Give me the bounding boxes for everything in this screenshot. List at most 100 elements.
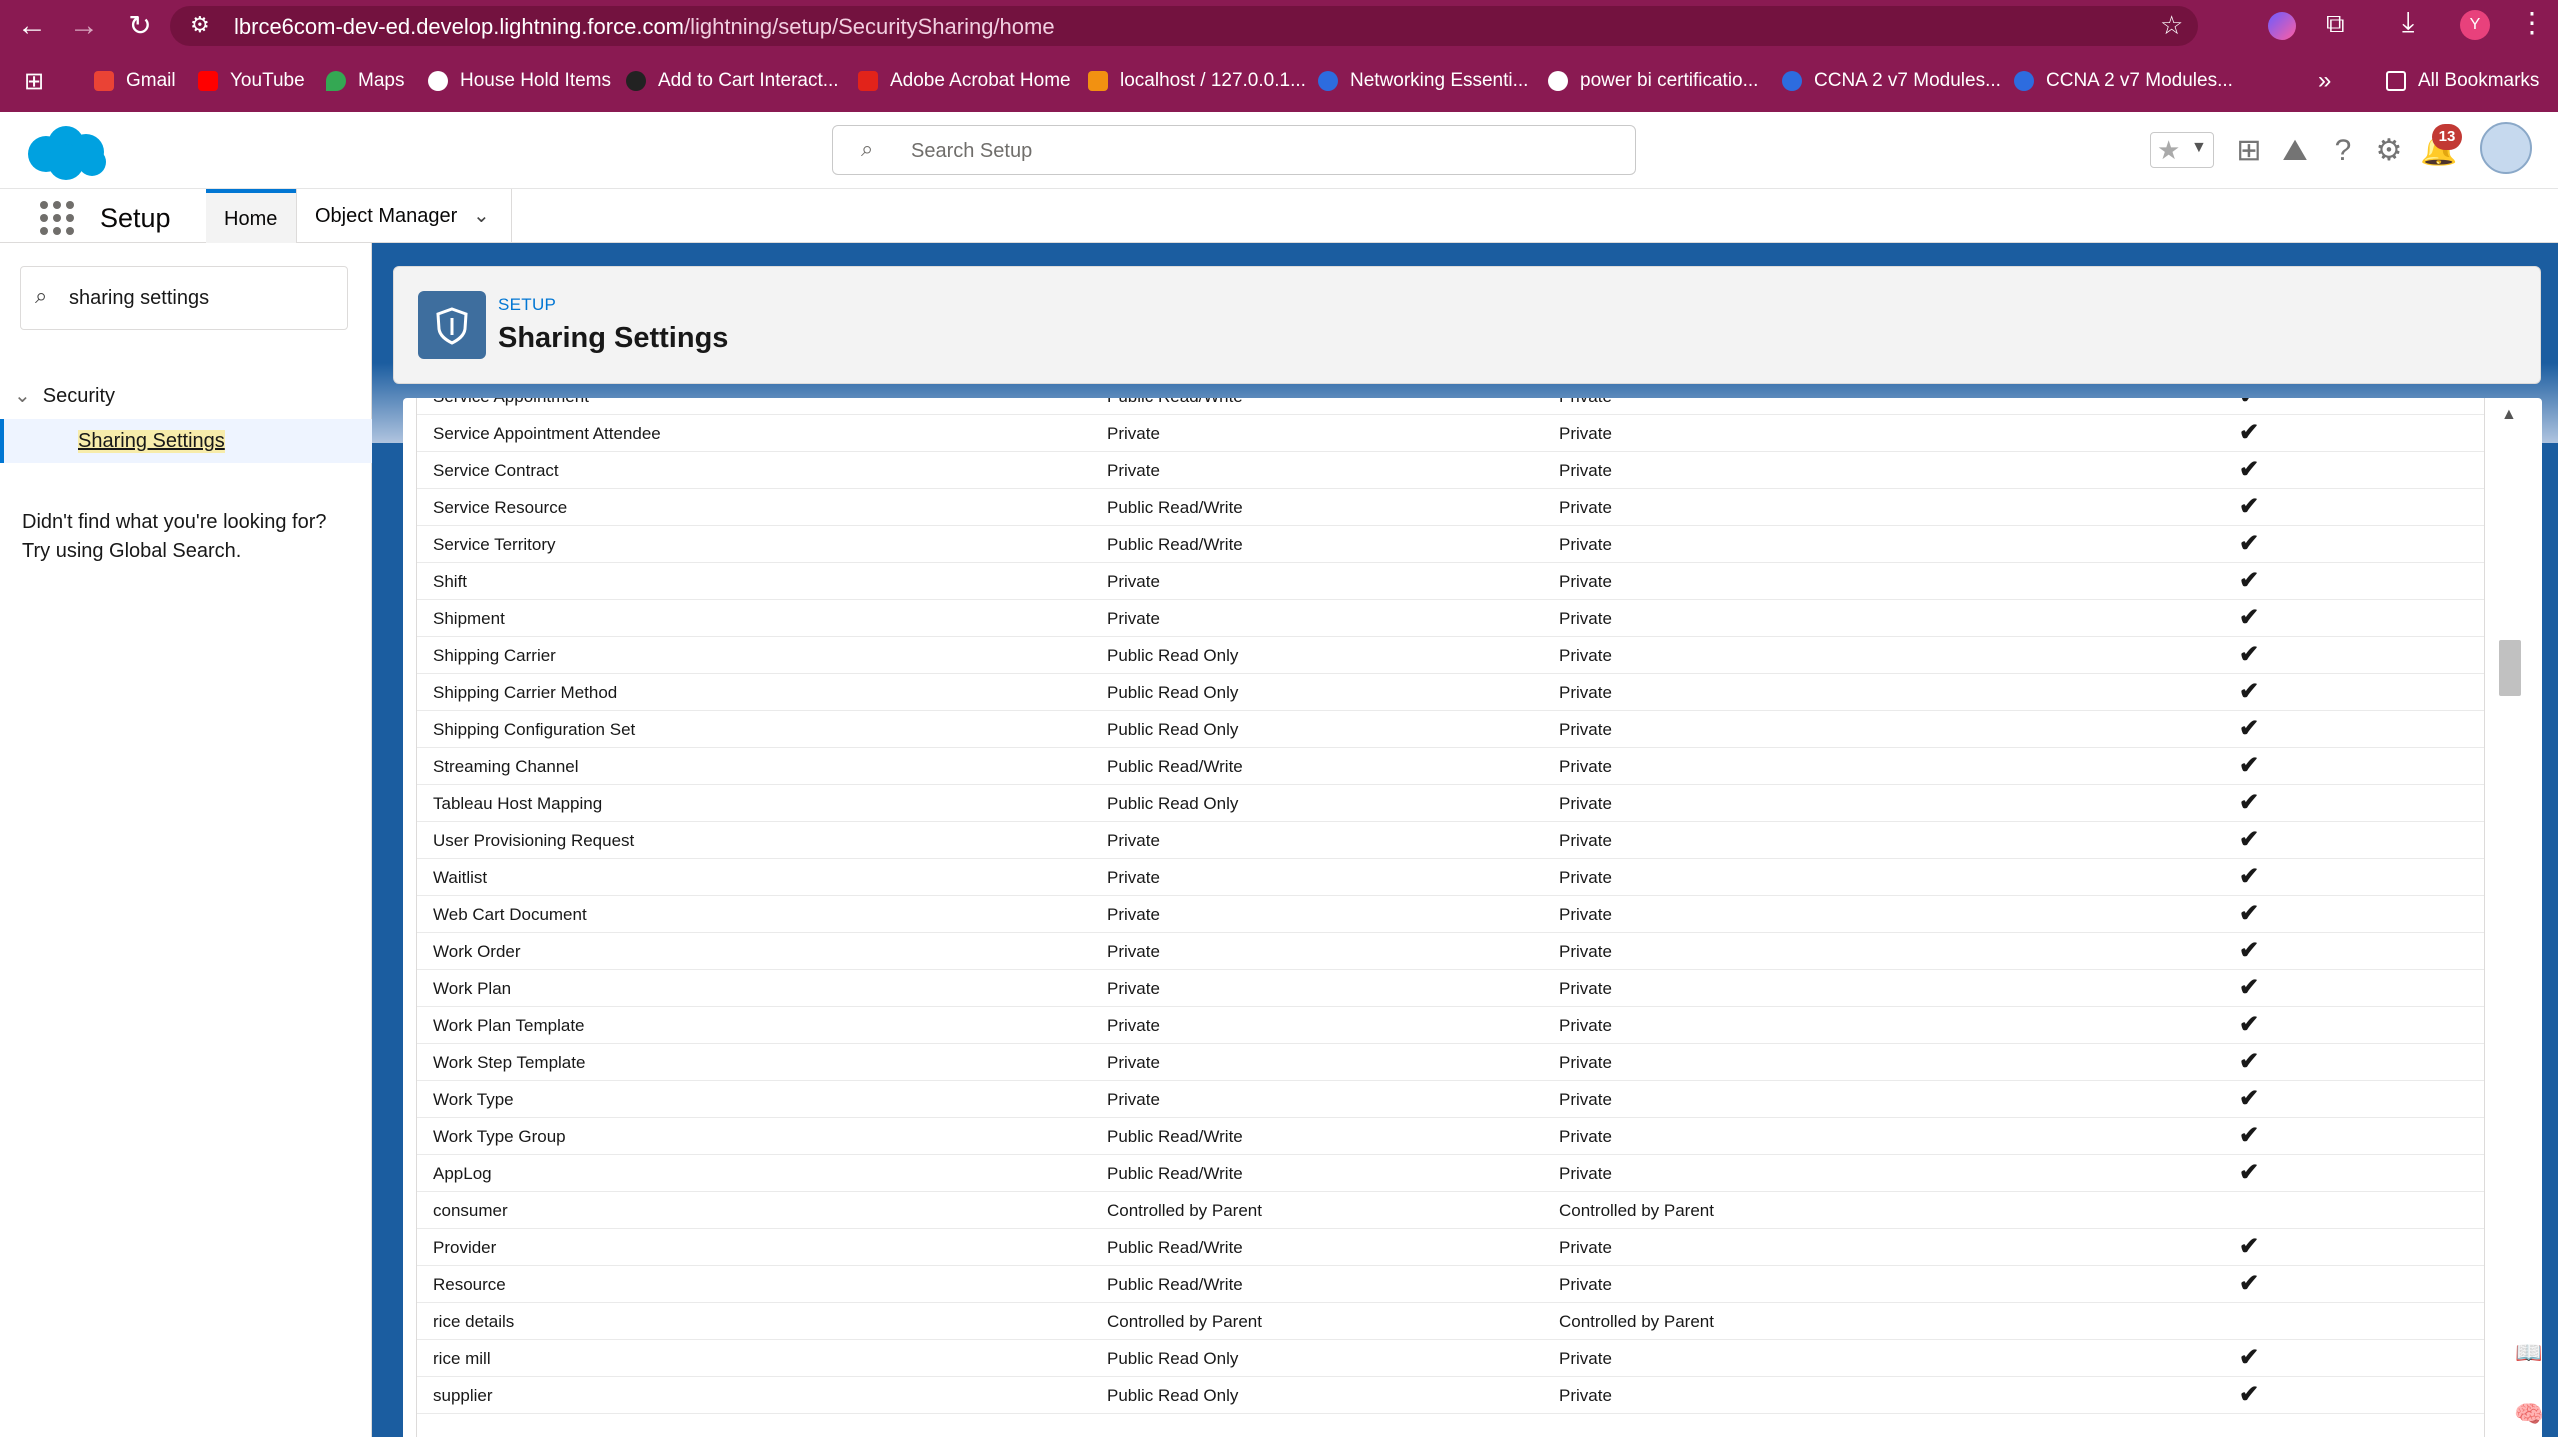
external-access-cell: Private <box>1559 1349 1612 1368</box>
bookmark-maps[interactable]: Maps <box>326 68 404 94</box>
bookmark-youtube[interactable]: YouTube <box>198 68 305 94</box>
object-name-cell: Work Order <box>433 942 521 961</box>
object-name-cell: Work Plan Template <box>433 1016 585 1035</box>
bookmark-ccna-2[interactable]: CCNA 2 v7 Modules... <box>2014 68 2233 94</box>
quick-find-input[interactable]: ⌕ sharing settings <box>20 266 348 330</box>
external-access-cell: Private <box>1559 424 1612 443</box>
global-search-hint: Didn't find what you're looking for? Try… <box>22 508 362 566</box>
object-name-cell: supplier <box>433 1386 493 1405</box>
grant-access-hierarchy-check: ✔ <box>2239 1085 2260 1112</box>
tab-home[interactable]: Home <box>206 189 296 243</box>
external-access-cell: Private <box>1559 979 1612 998</box>
object-name-cell: Shipping Carrier <box>433 646 556 665</box>
external-access-cell: Private <box>1559 868 1612 887</box>
profile-avatar[interactable]: Y <box>2460 10 2490 40</box>
tree-item-sharing-settings[interactable]: Sharing Settings <box>0 419 372 463</box>
bookmark-adobe[interactable]: Adobe Acrobat Home <box>858 68 1071 94</box>
shield-icon <box>418 291 486 359</box>
breadcrumb[interactable]: SETUP <box>498 295 556 315</box>
table-row: Work Plan Template Private Private ✔ <box>417 1007 2484 1044</box>
all-bookmarks[interactable]: All Bookmarks <box>2386 68 2539 94</box>
bookmark-gmail[interactable]: Gmail <box>94 68 176 94</box>
internal-access-cell: Public Read/Write <box>1107 757 1243 776</box>
table-row: Tableau Host Mapping Public Read Only Priv… <box>417 785 2484 822</box>
grant-access-hierarchy-check: ✔ <box>2239 1381 2260 1408</box>
bookmark-star-icon[interactable]: ☆ <box>2160 10 2183 41</box>
grant-access-hierarchy-check: ✔ <box>2239 715 2260 742</box>
bookmark-ccna-1[interactable]: CCNA 2 v7 Modules... <box>1782 68 2001 94</box>
object-name-cell: Shipping Carrier Method <box>433 683 618 702</box>
tab-object-manager[interactable]: Object Manager ⌄ <box>296 189 512 243</box>
table-row: Shipping Configuration Set Public Read On… <box>417 711 2484 748</box>
external-access-cell: Private <box>1559 1164 1612 1183</box>
internal-access-cell: Private <box>1107 1090 1160 1109</box>
scrollbar-thumb[interactable] <box>2499 640 2521 696</box>
bookmark-localhost[interactable]: localhost / 127.0.0.1... <box>1088 68 1306 94</box>
table-row: consumer Controlled by Parent Controlled b… <box>417 1192 2484 1229</box>
app-launcher-icon[interactable] <box>40 201 74 235</box>
chevron-down-icon[interactable]: ▼ <box>2191 139 2207 157</box>
grant-access-hierarchy-check: ✔ <box>2239 398 2259 410</box>
forward-icon[interactable]: → <box>66 8 102 44</box>
grant-access-hierarchy-check: ✔ <box>2239 641 2260 668</box>
grant-access-hierarchy-check: ✔ <box>2239 826 2260 853</box>
internal-access-cell: Public Read/Write <box>1107 1164 1243 1183</box>
address-bar[interactable]: ⚙ lbrce6com-dev-ed.develop.lightning.for… <box>170 6 2198 46</box>
external-access-cell: Private <box>1559 942 1612 961</box>
salesforce-logo[interactable] <box>22 122 110 182</box>
grant-access-hierarchy-check: ✔ <box>2239 789 2260 816</box>
table-row: Waitlist Private Private ✔ <box>417 859 2484 896</box>
gear-icon[interactable]: ⚙ <box>2372 134 2406 168</box>
table-row: Service Appointment Attendee Private Priva… <box>417 415 2484 452</box>
table-row: Service Resource Public Read/Write Private… <box>417 489 2484 526</box>
scrollbar[interactable] <box>2497 398 2525 1437</box>
hint-line-2: Try using Global Search. <box>22 540 242 562</box>
search-icon: ⌕ <box>35 283 48 308</box>
grant-access-hierarchy-check: ✔ <box>2239 1011 2260 1038</box>
grant-access-hierarchy-check: ✔ <box>2239 1159 2260 1186</box>
help-icon[interactable]: ? <box>2326 134 2360 168</box>
chevron-down-icon[interactable]: ⌄ <box>473 203 490 228</box>
apps-grid-icon[interactable]: ⊞ <box>24 68 44 95</box>
gmail-icon <box>94 71 114 91</box>
global-header: ⌕ Search Setup ★ ▼ ⊞ ⛰ ? ⚙ 🔔 13 <box>0 112 2558 189</box>
search-setup-input[interactable]: ⌕ Search Setup <box>832 125 1636 175</box>
bookmark-networking[interactable]: Networking Essenti... <box>1318 68 1528 94</box>
grant-access-hierarchy-check: ✔ <box>2239 567 2260 594</box>
external-access-cell: Private <box>1559 831 1612 850</box>
internal-access-cell: Private <box>1107 461 1160 480</box>
grant-access-hierarchy-check: ✔ <box>2239 752 2260 779</box>
internal-access-cell: Public Read Only <box>1107 720 1239 739</box>
bookmark-add-to-cart[interactable]: Add to Cart Interact... <box>626 68 839 94</box>
external-access-cell: Private <box>1559 1127 1612 1146</box>
external-access-cell: Private <box>1559 683 1612 702</box>
object-name-cell: Shipping Configuration Set <box>433 720 636 739</box>
favorites-button[interactable]: ★ ▼ <box>2150 132 2214 168</box>
assistant-icon[interactable]: 🧠 <box>2514 1400 2544 1430</box>
google-icon <box>1548 71 1568 91</box>
bookmark-powerbi[interactable]: power bi certificatio... <box>1548 68 1758 94</box>
extensions-icon[interactable]: ⧉ <box>2326 8 2345 40</box>
url-host: lbrce6com-dev-ed.develop.lightning.force… <box>234 14 685 39</box>
table-row: rice details Controlled by Parent Controll… <box>417 1303 2484 1340</box>
reload-icon[interactable]: ↻ <box>122 8 158 44</box>
tree-item-security[interactable]: ⌄ Security <box>14 383 115 408</box>
trailhead-icon[interactable]: ⛰ <box>2278 134 2312 168</box>
site-settings-icon[interactable]: ⚙ <box>190 12 210 38</box>
user-avatar[interactable] <box>2480 122 2532 174</box>
globe-icon <box>428 71 448 91</box>
global-actions-icon[interactable]: ⊞ <box>2232 134 2266 168</box>
more-bookmarks-icon[interactable]: » <box>2318 67 2331 94</box>
bookmark-household[interactable]: House Hold Items <box>428 68 611 94</box>
object-name-cell: User Provisioning Request <box>433 831 635 850</box>
downloads-icon[interactable]: ⤓ <box>2402 6 2414 39</box>
book-icon[interactable]: 📖 <box>2514 1340 2544 1370</box>
back-icon[interactable]: ← <box>14 8 50 44</box>
object-name-cell: Shift <box>433 572 468 591</box>
scroll-up-arrow-icon[interactable]: ▲ <box>2501 406 2517 424</box>
external-access-cell: Private <box>1559 535 1612 554</box>
bug-icon <box>626 71 646 91</box>
gemini-icon[interactable] <box>2268 12 2296 40</box>
internal-access-cell: Public Read/Write <box>1107 1238 1243 1257</box>
menu-kebab-icon[interactable]: ⋮ <box>2518 6 2546 39</box>
